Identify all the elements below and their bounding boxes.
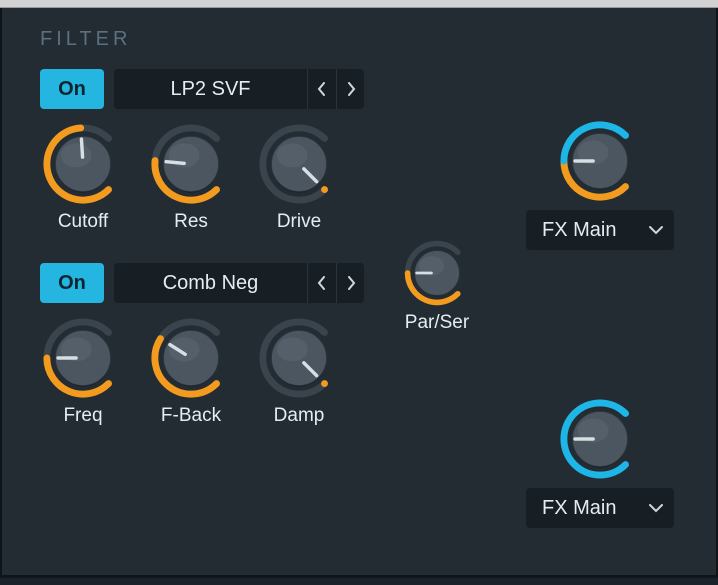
filter1-route-select[interactable]: FX Main — [526, 210, 674, 250]
filter2-fback-knob[interactable] — [148, 315, 234, 401]
filter1-route-selected: FX Main — [542, 219, 616, 242]
filter1-on-button[interactable]: On — [40, 69, 104, 109]
par-ser-label: Par/Ser — [405, 312, 469, 334]
chevron-right-icon — [346, 82, 356, 96]
filter2-freq-knob[interactable] — [40, 315, 126, 401]
chevron-down-icon — [648, 225, 664, 235]
filter2-type-label[interactable]: Comb Neg — [114, 263, 307, 303]
chevron-down-icon — [648, 503, 664, 513]
filter2-type-select: Comb Neg — [114, 263, 364, 303]
filter1-type-next-button[interactable] — [336, 69, 364, 109]
filter1-type-stepper — [307, 69, 364, 109]
filter1-res-label: Res — [174, 211, 208, 233]
filter2-route-select[interactable]: FX Main — [526, 488, 674, 528]
chevron-left-icon — [317, 82, 327, 96]
filter1-type-prev-button[interactable] — [308, 69, 336, 109]
filter2-type-stepper — [307, 263, 364, 303]
window-titlebar — [0, 0, 718, 8]
filter2-route-selected: FX Main — [542, 497, 616, 520]
filter2-type-next-button[interactable] — [336, 263, 364, 303]
filter2-route-column: FX Main — [526, 396, 674, 528]
filter1-header-row: On LP2 SVF — [40, 69, 686, 109]
filter1-route-knob[interactable] — [557, 118, 643, 204]
filter2-fback-label: F-Back — [161, 405, 221, 427]
chevron-right-icon — [346, 276, 356, 290]
filter1-cutoff-knob[interactable] — [40, 121, 126, 207]
filter2-route-knob[interactable] — [557, 396, 643, 482]
filter1-drive-knob[interactable] — [256, 121, 342, 207]
chevron-left-icon — [317, 276, 327, 290]
filter-panel: FILTER On LP2 SVF Cutoff Res D — [0, 8, 718, 577]
filter2-freq-label: Freq — [63, 405, 102, 427]
filter1-res-knob[interactable] — [148, 121, 234, 207]
filter2-damp-knob[interactable] — [256, 315, 342, 401]
filter1-route-column: FX Main — [526, 118, 674, 250]
filter1-type-label[interactable]: LP2 SVF — [114, 69, 307, 109]
filter2-header-row: On Comb Neg — [40, 263, 686, 303]
filter2-type-prev-button[interactable] — [308, 263, 336, 303]
section-title: FILTER — [40, 28, 686, 51]
par-ser-column: Par/Ser — [402, 238, 472, 334]
filter1-cutoff-label: Cutoff — [58, 211, 108, 233]
filter1-type-select: LP2 SVF — [114, 69, 364, 109]
filter2-on-button[interactable]: On — [40, 263, 104, 303]
par-ser-knob[interactable] — [402, 238, 472, 308]
footer-bar — [0, 577, 718, 585]
filter1-drive-label: Drive — [277, 211, 321, 233]
filter2-damp-label: Damp — [274, 405, 325, 427]
